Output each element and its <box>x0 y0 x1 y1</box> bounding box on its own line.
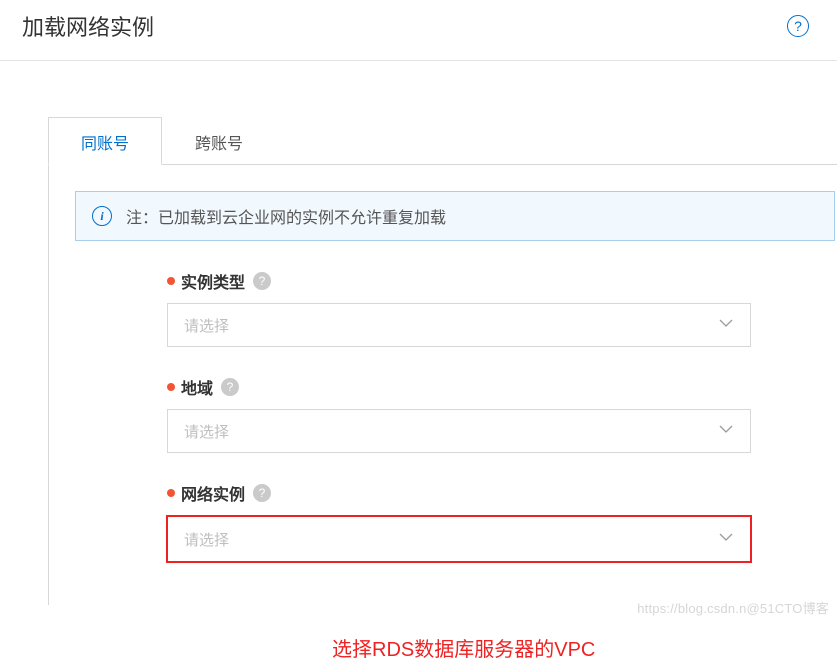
instance-type-select[interactable]: 请选择 <box>167 303 751 347</box>
required-dot-icon <box>167 489 175 497</box>
chevron-down-icon <box>718 421 734 441</box>
instance-type-label: 实例类型 <box>181 269 245 293</box>
help-icon[interactable]: ? <box>787 15 809 37</box>
question-icon[interactable]: ? <box>253 272 271 290</box>
alert-text: 注：已加载到云企业网的实例不允许重复加载 <box>126 204 446 228</box>
region-select[interactable]: 请选择 <box>167 409 751 453</box>
region-label: 地域 <box>181 375 213 399</box>
tab-same-account[interactable]: 同账号 <box>48 117 162 165</box>
question-icon[interactable]: ? <box>221 378 239 396</box>
field-region: 地域 ? 请选择 <box>167 375 837 453</box>
page-title: 加载网络实例 <box>22 10 154 42</box>
alert-banner: i 注：已加载到云企业网的实例不允许重复加载 <box>75 191 835 241</box>
network-instance-select[interactable]: 请选择 <box>166 515 752 563</box>
field-instance-type: 实例类型 ? 请选择 <box>167 269 837 347</box>
info-icon: i <box>92 206 112 226</box>
chevron-down-icon <box>718 315 734 335</box>
select-placeholder: 请选择 <box>184 315 229 336</box>
network-instance-label: 网络实例 <box>181 481 245 505</box>
required-dot-icon <box>167 383 175 391</box>
annotation-text: 选择RDS数据库服务器的VPC <box>332 633 837 662</box>
watermark: https://blog.csdn.n@51CTO博客 <box>637 598 829 617</box>
tab-cross-account[interactable]: 跨账号 <box>162 117 276 164</box>
required-dot-icon <box>167 277 175 285</box>
tab-content: i 注：已加载到云企业网的实例不允许重复加载 实例类型 ? 请选择 地域 ? 请… <box>48 165 837 605</box>
question-icon[interactable]: ? <box>253 484 271 502</box>
tabs: 同账号 跨账号 <box>48 117 837 165</box>
field-network-instance: 网络实例 ? 请选择 <box>167 481 837 563</box>
select-placeholder: 请选择 <box>184 421 229 442</box>
chevron-down-icon <box>718 529 734 549</box>
select-placeholder: 请选择 <box>184 529 229 550</box>
